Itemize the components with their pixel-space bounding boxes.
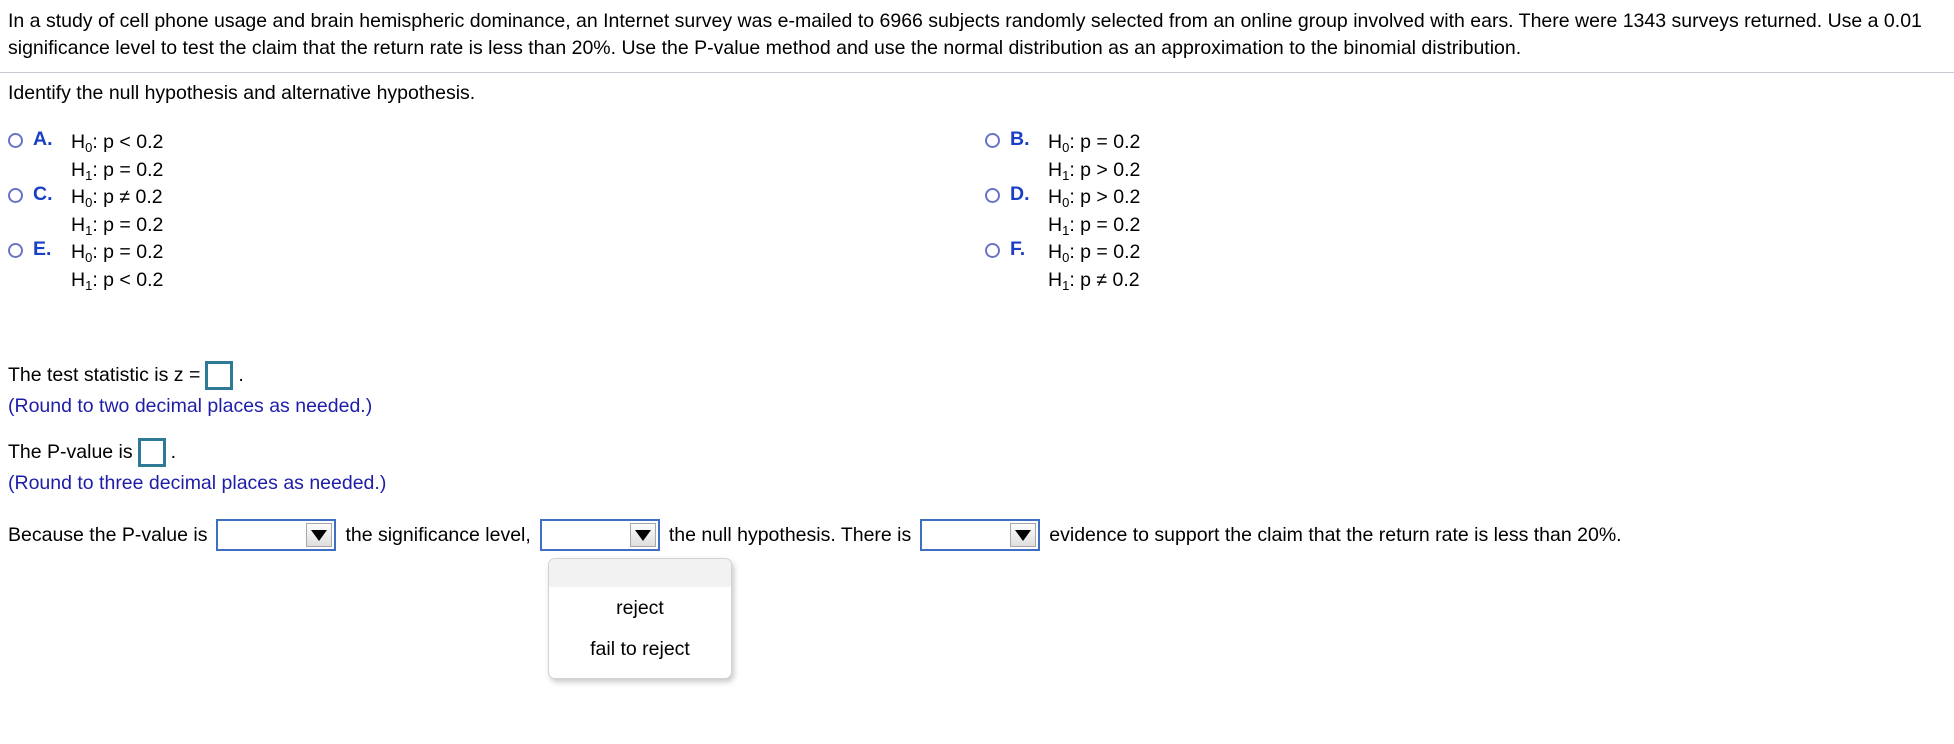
test-statistic-input[interactable]: [205, 361, 234, 390]
radio-button-d[interactable]: [985, 188, 1000, 203]
option-letter-d: D.: [1010, 183, 1030, 205]
option-letter-f: F.: [1010, 238, 1026, 260]
dropdown-item-fail-to-reject[interactable]: fail to reject: [549, 629, 731, 670]
p-value-label: The P-value is: [8, 441, 133, 463]
null-hypothesis-d: H0: p > 0.2: [1048, 186, 1141, 210]
null-hypothesis-a: H0: p < 0.2: [71, 131, 164, 155]
dropdown-item-reject[interactable]: reject: [549, 588, 731, 629]
answer-options-group: A. H0: p < 0.2 H1: p = 0.2 B. H0: p = 0.…: [0, 128, 1954, 328]
dropdown-item-blank[interactable]: [549, 559, 731, 588]
option-b[interactable]: B. H0: p = 0.2 H1: p > 0.2: [985, 128, 1140, 184]
option-text-f: H0: p = 0.2 H1: p ≠ 0.2: [1048, 238, 1140, 294]
conclusion-segment-4: evidence to support the claim that the r…: [1049, 523, 1622, 546]
alt-hypothesis-a: H1: p = 0.2: [71, 159, 164, 183]
null-hypothesis-e: H0: p = 0.2: [71, 241, 164, 265]
chevron-down-icon[interactable]: [1010, 523, 1037, 547]
radio-button-a[interactable]: [8, 133, 23, 148]
option-text-e: H0: p = 0.2 H1: p < 0.2: [71, 238, 163, 294]
alt-hypothesis-d: H1: p = 0.2: [1048, 214, 1141, 238]
question-prompt: Identify the null hypothesis and alterna…: [8, 82, 476, 104]
decision-select[interactable]: [539, 519, 660, 551]
radio-button-f[interactable]: [985, 243, 1000, 258]
problem-statement: In a study of cell phone usage and brain…: [8, 10, 1922, 59]
option-d[interactable]: D. H0: p > 0.2 H1: p = 0.2: [985, 183, 1140, 239]
radio-button-e[interactable]: [8, 243, 23, 258]
conclusion-row: Because the P-value is the significance …: [8, 518, 1622, 552]
p-value-row: The P-value is .: [8, 438, 176, 467]
p-value-period: .: [170, 441, 177, 463]
option-c[interactable]: C. H0: p ≠ 0.2 H1: p = 0.2: [8, 183, 163, 239]
option-text-a: H0: p < 0.2 H1: p = 0.2: [71, 128, 163, 184]
conclusion-segment-1: Because the P-value is: [8, 523, 208, 546]
null-hypothesis-b: H0: p = 0.2: [1048, 131, 1141, 155]
option-a[interactable]: A. H0: p < 0.2 H1: p = 0.2: [8, 128, 163, 184]
test-statistic-hint: (Round to two decimal places as needed.): [8, 395, 373, 417]
test-statistic-period: .: [238, 364, 244, 386]
comparison-select[interactable]: [216, 519, 337, 551]
evidence-select[interactable]: [920, 519, 1041, 551]
option-text-b: H0: p = 0.2 H1: p > 0.2: [1048, 128, 1140, 184]
null-hypothesis-f: H0: p = 0.2: [1048, 241, 1141, 265]
radio-button-b[interactable]: [985, 133, 1000, 148]
decision-dropdown-menu[interactable]: reject fail to reject: [548, 558, 732, 679]
option-f[interactable]: F. H0: p = 0.2 H1: p ≠ 0.2: [985, 238, 1140, 294]
option-e[interactable]: E. H0: p = 0.2 H1: p < 0.2: [8, 238, 163, 294]
p-value-hint: (Round to three decimal places as needed…: [8, 472, 387, 494]
chevron-down-icon[interactable]: [306, 523, 333, 547]
option-letter-b: B.: [1010, 128, 1030, 150]
alt-hypothesis-b: H1: p > 0.2: [1048, 159, 1141, 183]
option-letter-e: E.: [33, 238, 52, 260]
alt-hypothesis-f: H1: p ≠ 0.2: [1048, 269, 1140, 293]
alt-hypothesis-c: H1: p = 0.2: [71, 214, 164, 238]
option-text-c: H0: p ≠ 0.2 H1: p = 0.2: [71, 183, 163, 239]
alt-hypothesis-e: H1: p < 0.2: [71, 269, 164, 293]
test-statistic-row: The test statistic is z = .: [8, 361, 244, 390]
option-letter-a: A.: [33, 128, 53, 150]
test-statistic-label: The test statistic is z =: [8, 364, 201, 386]
option-text-d: H0: p > 0.2 H1: p = 0.2: [1048, 183, 1140, 239]
conclusion-segment-2: the significance level,: [345, 523, 531, 546]
header-divider: [0, 72, 1954, 73]
null-hypothesis-c: H0: p ≠ 0.2: [71, 186, 163, 210]
option-letter-c: C.: [33, 183, 53, 205]
conclusion-segment-3: the null hypothesis. There is: [668, 523, 912, 546]
chevron-down-icon[interactable]: [629, 523, 656, 547]
radio-button-c[interactable]: [8, 188, 23, 203]
p-value-input[interactable]: [137, 438, 166, 467]
